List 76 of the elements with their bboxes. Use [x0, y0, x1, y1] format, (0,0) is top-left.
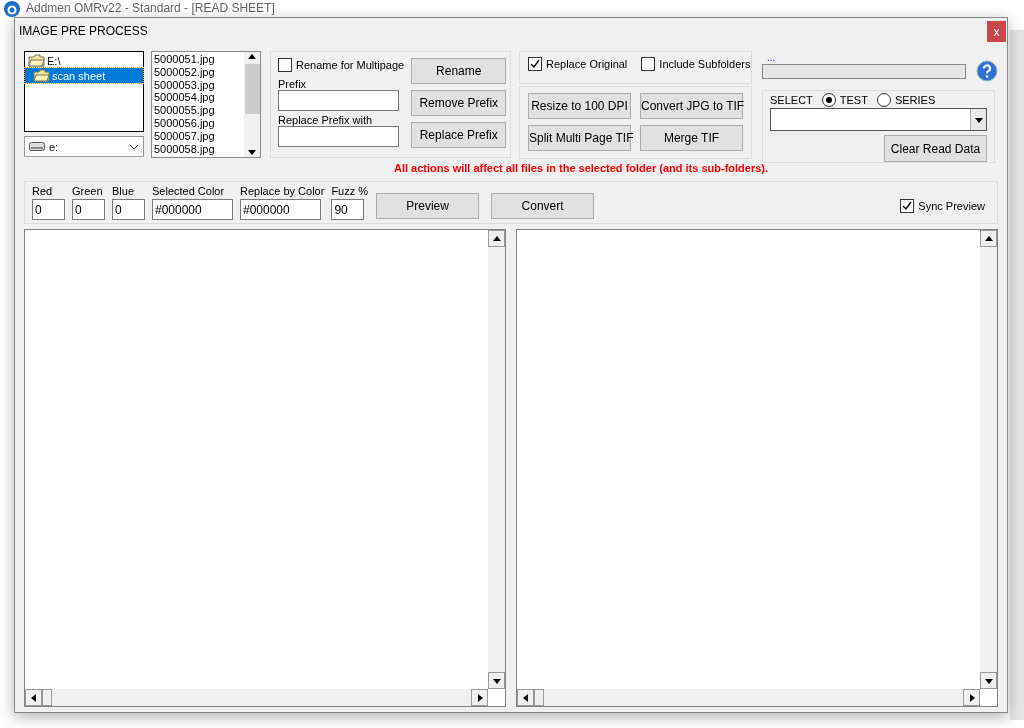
field-label: Selected Color	[152, 185, 226, 199]
vertical-scrollbar[interactable]	[980, 230, 997, 689]
scrollbar-thumb[interactable]	[534, 689, 544, 706]
scroll-up-button[interactable]	[980, 230, 997, 247]
field-label: Replace by Color	[240, 185, 325, 199]
color-field[interactable]: 0	[112, 199, 145, 220]
file-item[interactable]: 5000051.jpg	[154, 53, 242, 66]
color-action-button[interactable]: Preview	[376, 193, 480, 219]
replace-prefix-label: Replace Prefix with	[278, 114, 374, 126]
color-field[interactable]: 0	[32, 199, 65, 220]
radio-option[interactable]: SERIES	[876, 93, 936, 107]
color-field[interactable]: #000000	[152, 199, 233, 220]
folder-icon	[33, 69, 50, 82]
prefix-label: Prefix	[278, 78, 308, 90]
sync-preview-checkbox[interactable]: Sync Preview	[900, 199, 985, 213]
drive-icon	[29, 142, 45, 151]
up-arrow-icon	[247, 52, 257, 62]
rename-action-button[interactable]: Remove Prefix	[411, 90, 507, 116]
file-item[interactable]: 5000058.jpg	[154, 142, 242, 156]
file-item[interactable]: 5000055.jpg	[154, 104, 242, 117]
chevron-down-icon	[129, 143, 139, 150]
vertical-scrollbar[interactable]	[488, 230, 505, 689]
multipage-checkbox[interactable]: Rename for Multipage	[278, 58, 405, 72]
horizontal-scrollbar[interactable]	[517, 689, 980, 706]
action-button[interactable]: Convert JPG to TIF	[640, 93, 743, 119]
rename-action-button[interactable]: Rename	[411, 58, 507, 84]
check-icon	[902, 201, 913, 211]
action-button[interactable]: Resize to 100 DPI	[528, 93, 631, 119]
action-button[interactable]: Merge TIF	[640, 125, 743, 151]
color-action-button[interactable]: Convert	[491, 193, 595, 219]
warning-text: All actions will affect all files in the selected folder (and its sub-folders).	[392, 162, 770, 176]
help-icon[interactable]	[976, 60, 998, 82]
horizontal-scrollbar[interactable]	[25, 689, 488, 706]
radio-option[interactable]: TEST	[821, 93, 868, 107]
folder-item[interactable]: E:\	[25, 53, 143, 68]
file-item[interactable]: 5000057.jpg	[154, 129, 242, 143]
progress-label: ...	[767, 52, 776, 63]
scrollbar-thumb[interactable]	[42, 689, 52, 706]
folder-tree[interactable]: E:\ scan sheet	[24, 51, 144, 132]
field-label: Red	[32, 185, 54, 199]
file-item[interactable]: 5000054.jpg	[154, 91, 242, 105]
dialog-title: IMAGE PRE PROCESS	[19, 24, 148, 38]
option-checkbox[interactable]: Include Subfolders	[641, 57, 751, 71]
field-label: Green	[72, 185, 104, 199]
vertical-scrollbar[interactable]	[244, 52, 260, 157]
scroll-down-button[interactable]	[980, 672, 997, 689]
file-item[interactable]: 5000056.jpg	[154, 117, 242, 130]
window-title: Addmen OMRv22 - Standard - [READ SHEET]	[26, 1, 275, 15]
file-item[interactable]: 5000052.jpg	[154, 65, 242, 79]
file-item[interactable]: 5000053.jpg	[154, 78, 242, 92]
select-dropdown[interactable]	[770, 108, 987, 131]
rename-action-button[interactable]: Replace Prefix	[411, 122, 507, 148]
file-list[interactable]: 5000051.jpg 5000052.jpg 5000053.jpg 5000054.jpg 5000055.jpg 5000056.jpg 5000057.jpg 5000058.jpg	[151, 51, 261, 158]
folder-item[interactable]: scan sheet	[25, 68, 143, 83]
scroll-up-button[interactable]	[488, 230, 505, 247]
clear-read-data-button[interactable]: Clear Read Data	[884, 135, 987, 162]
field-label: Fuzz %	[331, 185, 369, 199]
prefix-field[interactable]	[278, 90, 399, 111]
select-label: SELECT	[770, 94, 813, 106]
option-checkbox[interactable]: Replace Original	[528, 57, 628, 71]
scroll-right-button[interactable]	[963, 689, 980, 706]
color-field[interactable]: 90	[331, 199, 365, 220]
scroll-right-button[interactable]	[471, 689, 488, 706]
field-label: Blue	[112, 185, 136, 199]
color-field[interactable]: 0	[72, 199, 105, 220]
scroll-left-button[interactable]	[25, 689, 42, 706]
color-field[interactable]: #000000	[240, 199, 321, 220]
close-button[interactable]: x	[987, 21, 1006, 42]
folder-icon	[28, 54, 45, 67]
down-arrow-icon	[247, 147, 257, 157]
replace-prefix-field[interactable]	[278, 126, 399, 147]
action-button[interactable]: Split Multi Page TIF	[528, 125, 631, 151]
scroll-down-button[interactable]	[488, 672, 505, 689]
scroll-left-button[interactable]	[517, 689, 534, 706]
drive-dropdown[interactable]: e:	[24, 136, 144, 157]
check-icon	[530, 59, 540, 69]
